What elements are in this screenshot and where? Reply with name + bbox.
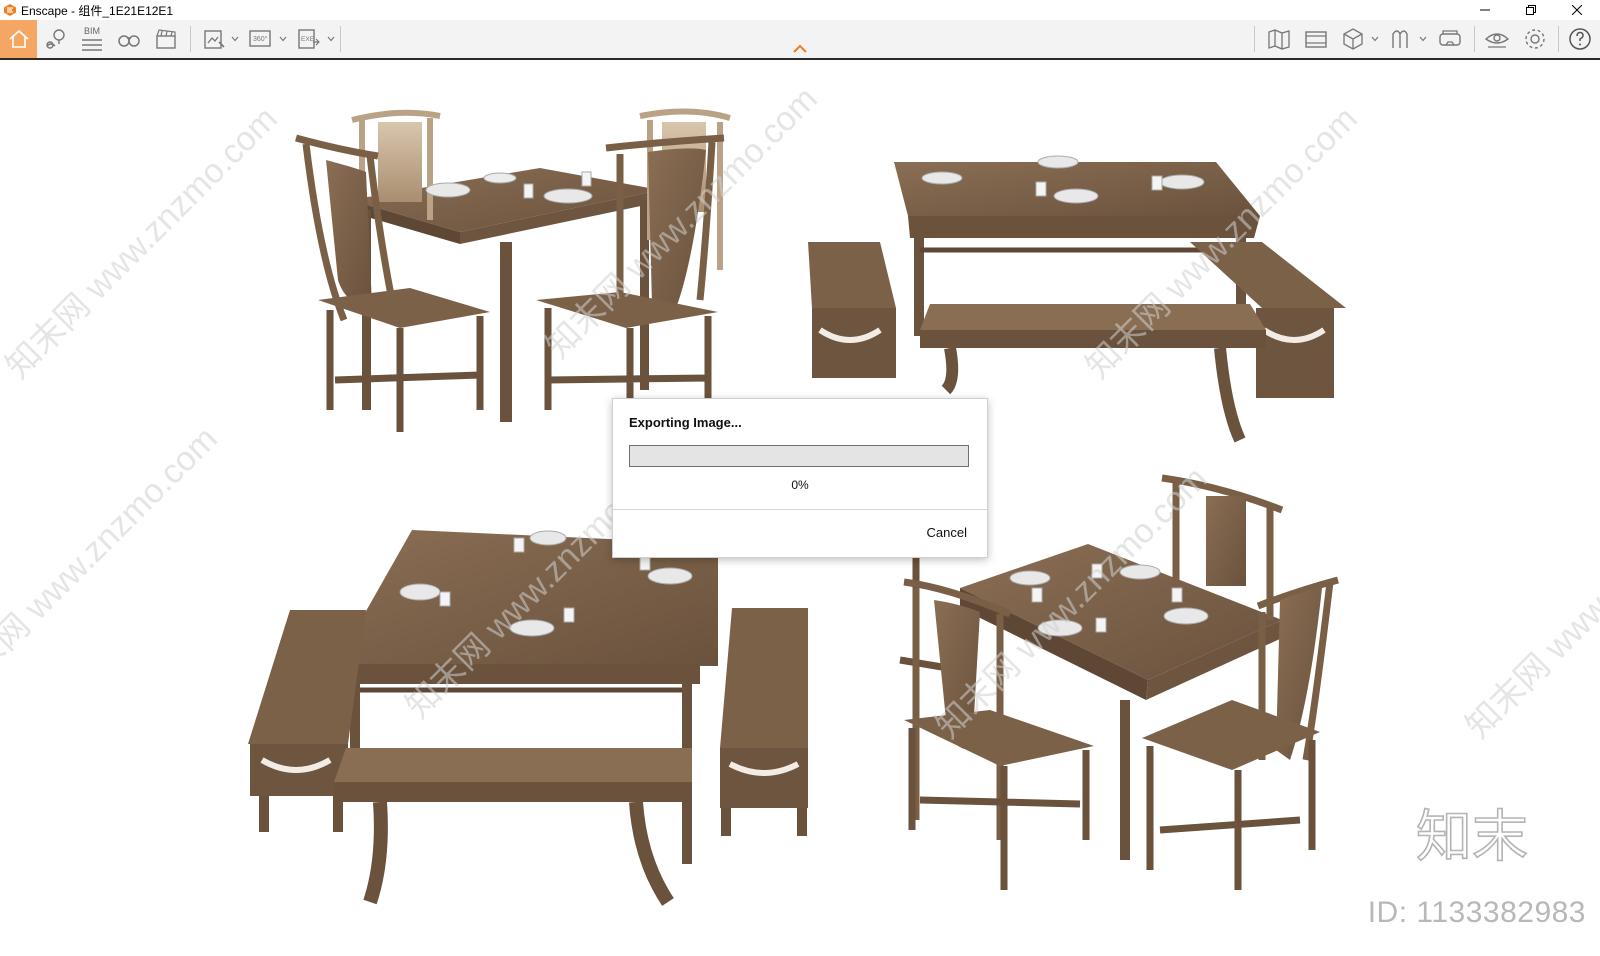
asset-library-icon [1392, 30, 1408, 48]
screenshot-dropdown[interactable] [230, 22, 240, 56]
title-bar: Enscape - 组件_1E21E12E1 [0, 0, 1600, 20]
export-dropdown[interactable] [326, 22, 336, 56]
znzmo-brand-logo: 知末 [1416, 804, 1529, 866]
chevron-down-icon [1371, 36, 1379, 42]
map-button[interactable] [1263, 22, 1295, 56]
bim-label: BIM [83, 25, 100, 36]
watermark-id: ID: 1133382983 [1367, 896, 1586, 929]
asset-library-button[interactable] [1386, 22, 1416, 56]
enscape-toolbar: BIM 360° EXE [0, 20, 1600, 60]
restore-button[interactable] [1508, 0, 1554, 20]
chevron-down-icon [1419, 36, 1427, 42]
watermark-diagonal-text: 知末网 www.znzmo.com [0, 100, 285, 386]
settings-gear-icon [1525, 29, 1545, 49]
cube-icon [1343, 28, 1363, 50]
export-progress-bar [629, 445, 969, 467]
toolbar-separator [1558, 26, 1559, 52]
window-title: Enscape - 组件_1E21E12E1 [21, 3, 174, 18]
watermark-diagonal-text: 知末网 www.znzmo.com [0, 420, 225, 706]
video-editor-panel-button[interactable] [1300, 22, 1332, 56]
close-icon [1572, 5, 1582, 15]
views-button[interactable] [41, 22, 71, 56]
minimize-icon [1480, 9, 1490, 11]
screenshot-icon [204, 30, 225, 49]
help-button[interactable] [1564, 22, 1596, 56]
export-button[interactable]: EXE [294, 22, 322, 56]
toolbar-separator [190, 26, 191, 52]
toolbar-separator [340, 26, 341, 52]
vr-headset-button[interactable] [1434, 22, 1466, 56]
window-controls [1462, 0, 1600, 20]
vr-headset-icon [1439, 30, 1461, 46]
toolbar-separator [1254, 26, 1255, 52]
collapse-toolbar-chevron-icon[interactable] [792, 44, 808, 54]
binoculars-icon [118, 35, 140, 47]
visual-settings-eye-icon [1484, 33, 1510, 48]
toolbar-separator [1474, 26, 1475, 52]
bim-icon [82, 38, 102, 51]
watermark-diagonal-text: 知末网 www.znzmo.com [1459, 460, 1600, 746]
cancel-button[interactable]: Cancel [927, 525, 967, 540]
panorama-dropdown[interactable] [278, 22, 288, 56]
progress-percent: 0% [791, 478, 809, 492]
general-settings-button[interactable] [1519, 22, 1551, 56]
objects-button[interactable] [1338, 22, 1368, 56]
help-icon [1569, 28, 1591, 50]
screenshot-button[interactable] [200, 22, 228, 56]
panorama-icon: 360° [249, 30, 271, 47]
orthographic-view-button[interactable] [114, 22, 144, 56]
brand-logo-text: 知末 [1416, 805, 1528, 866]
chevron-down-icon [231, 36, 239, 42]
dialog-title: Exporting Image... [629, 415, 742, 430]
export-progress-dialog: Exporting Image... 0% Cancel [612, 398, 988, 558]
chevron-down-icon [327, 36, 335, 42]
panorama-label: 360° [253, 35, 268, 43]
visual-settings-button[interactable] [1481, 22, 1513, 56]
home-button[interactable] [0, 20, 37, 58]
dialog-divider [613, 509, 987, 510]
restore-icon [1526, 5, 1536, 15]
asset-library-dropdown[interactable] [1418, 22, 1428, 56]
exe-icon: EXE [298, 29, 320, 49]
objects-dropdown[interactable] [1370, 22, 1380, 56]
map-icon [1268, 29, 1290, 50]
video-editor-button[interactable] [151, 22, 181, 56]
close-button[interactable] [1554, 0, 1600, 20]
exe-label: EXE [301, 36, 315, 43]
bim-button[interactable]: BIM [77, 22, 107, 56]
views-pin-icon [46, 29, 65, 49]
panorama-button[interactable]: 360° [246, 22, 274, 56]
table-set-chairs-top-left [295, 108, 731, 432]
chevron-down-icon [279, 36, 287, 42]
minimize-button[interactable] [1462, 0, 1508, 20]
enscape-logo-icon [4, 4, 16, 16]
clapper-icon [156, 29, 176, 49]
home-icon [8, 29, 29, 48]
video-editor-icon [1305, 31, 1327, 48]
